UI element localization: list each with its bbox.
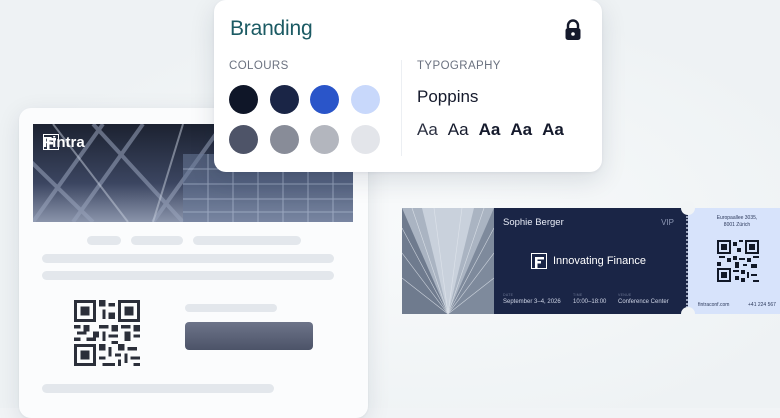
placeholder-label xyxy=(185,304,277,312)
fintra-logo-icon xyxy=(531,253,547,269)
ticket-building-photo xyxy=(402,208,494,314)
colour-swatch[interactable] xyxy=(350,85,380,114)
placeholder-button[interactable] xyxy=(185,322,313,350)
ticket-tier: VIP xyxy=(661,218,674,227)
font-sample-bold[interactable]: Aa xyxy=(542,120,564,140)
font-sample-medium[interactable]: Aa xyxy=(479,120,501,140)
attendee-name: Sophie Berger xyxy=(503,217,564,228)
venue-value: Conference Center xyxy=(618,299,669,305)
event-website[interactable]: fintraconf.com xyxy=(698,302,729,308)
ticket-notch-bottom xyxy=(681,307,695,321)
ticket-time: TIME 10:00–18:00 xyxy=(573,293,606,305)
branding-panel: Branding COLOURS TYPOGRAPHY Poppins Aa A… xyxy=(214,0,602,172)
font-name: Poppins xyxy=(417,87,479,106)
time-label: TIME xyxy=(573,293,583,297)
venue-address: Europaallee 3035, 8001 Zürich xyxy=(702,215,772,229)
lock-icon[interactable] xyxy=(563,19,583,45)
date-label: DATE xyxy=(503,293,514,297)
ticket-stub: Europaallee 3035, 8001 Zürich fintraconf… xyxy=(688,208,780,314)
colour-swatch[interactable] xyxy=(310,125,339,154)
event-name: Innovating Finance xyxy=(553,255,646,267)
ticket-venue: VENUE Conference Center xyxy=(618,293,669,305)
fintra-logo-icon xyxy=(43,134,59,150)
font-weight-samples: Aa Aa Aa Aa Aa xyxy=(417,120,564,140)
ticket-perforation xyxy=(686,216,688,308)
date-value: September 3–4, 2026 xyxy=(503,299,561,305)
placeholder-text-line xyxy=(42,254,334,263)
placeholder-text-line xyxy=(42,384,274,393)
font-sample-semibold[interactable]: Aa xyxy=(510,120,532,140)
time-value: 10:00–18:00 xyxy=(573,299,607,305)
address-line-1: Europaallee 3035, xyxy=(716,215,758,221)
ticket-date: DATE September 3–4, 2026 xyxy=(503,293,561,305)
colour-swatch[interactable] xyxy=(269,85,299,114)
placeholder-nav-2 xyxy=(131,236,183,245)
branding-title: Branding xyxy=(230,17,313,40)
ticket-qr-code xyxy=(717,240,759,286)
placeholder-text-line xyxy=(42,271,334,280)
colour-swatch[interactable] xyxy=(269,125,299,154)
colour-swatch[interactable] xyxy=(229,125,258,154)
typography-label: TYPOGRAPHY xyxy=(417,60,501,72)
address-line-2: 8001 Zürich xyxy=(723,222,751,228)
placeholder-nav-1 xyxy=(87,236,121,245)
event-ticket: Sophie Berger VIP Innovating Finance DAT… xyxy=(402,201,780,321)
event-title: Innovating Finance xyxy=(531,253,646,269)
colour-swatch[interactable] xyxy=(310,85,339,114)
ticket-notch-top xyxy=(681,201,695,215)
font-sample-regular[interactable]: Aa xyxy=(448,120,469,140)
placeholder-nav-3 xyxy=(193,236,301,245)
colours-label: COLOURS xyxy=(229,60,289,72)
event-phone: +41 224 567 xyxy=(748,302,776,308)
divider xyxy=(401,60,402,156)
venue-label: VENUE xyxy=(618,293,632,297)
qr-code xyxy=(74,300,140,370)
ticket-main: Sophie Berger VIP Innovating Finance DAT… xyxy=(494,208,688,314)
fintra-logo: Fintra xyxy=(43,134,85,151)
colour-swatch[interactable] xyxy=(229,85,258,114)
colour-swatch[interactable] xyxy=(350,125,380,154)
font-sample-light[interactable]: Aa xyxy=(417,120,438,140)
